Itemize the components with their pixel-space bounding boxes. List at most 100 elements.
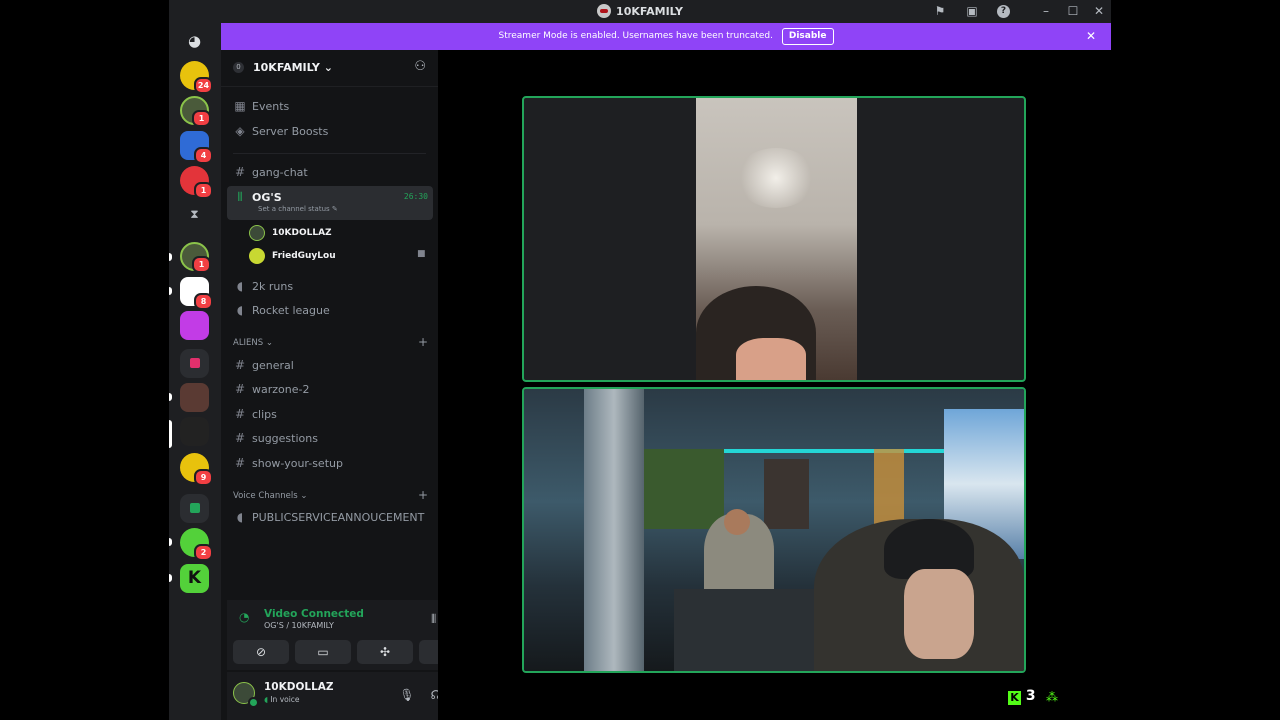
server-icon[interactable]: 2 (180, 528, 213, 561)
activities-button[interactable]: ✣ (357, 640, 413, 664)
server-icon[interactable]: 1 (180, 166, 213, 199)
channel-status[interactable]: Set a channel status ✎ (258, 204, 338, 214)
chevron-down-icon: ⌄ (265, 338, 274, 348)
server-icon[interactable] (180, 417, 209, 446)
member-name: FriedGuyLou (272, 251, 336, 261)
video-tile[interactable] (522, 96, 1026, 382)
category-label: ALIENS (233, 338, 264, 348)
text-channel-icon: # (234, 407, 246, 421)
member-name: 10KDOLLAZ (272, 228, 332, 238)
unread-badge: 24 (194, 77, 213, 94)
video-tile[interactable] (522, 387, 1026, 673)
unread-badge: 8 (194, 293, 213, 310)
events-item[interactable]: ▦ Events (227, 95, 433, 117)
user-status: ◖ In voice (264, 695, 300, 704)
close-banner-icon[interactable]: ✕ (1086, 23, 1096, 50)
chevron-down-icon: ⌄ (323, 61, 333, 74)
server-icon[interactable]: 1 (180, 242, 211, 273)
server-folder[interactable] (180, 494, 209, 523)
username[interactable]: 10KDOLLAZ (264, 681, 334, 693)
add-channel-icon[interactable]: + (418, 488, 428, 502)
channel-clips[interactable]: # clips (227, 403, 433, 425)
disable-button[interactable]: Disable (781, 28, 834, 45)
channel-status-text: Set a channel status (258, 205, 330, 213)
channel-warzone-2[interactable]: # warzone-2 (227, 378, 433, 400)
avatar (249, 224, 265, 241)
chevron-down-icon: ⌄ (300, 491, 308, 501)
channel-name: warzone-2 (252, 383, 310, 396)
discord-home-icon[interactable]: ◕ (180, 27, 209, 56)
help-icon[interactable]: ? (997, 5, 1010, 18)
maximize-icon[interactable]: ☐ (1065, 3, 1081, 19)
voice-status[interactable]: Video Connected (264, 608, 364, 620)
invite-people-icon[interactable]: ⚇ (414, 59, 426, 74)
category-voice-channels[interactable]: Voice Channels ⌄ (233, 491, 307, 501)
activities-icon: ✣ (379, 645, 391, 659)
server-icon[interactable] (180, 383, 209, 412)
voice-member[interactable]: FriedGuyLou (249, 245, 336, 267)
channel-2k-runs[interactable]: ◖ 2k runs (227, 275, 433, 297)
guild-name-text: 10KFAMILY (253, 61, 320, 74)
server-icon[interactable]: 4 (180, 131, 213, 164)
unread-badge: 9 (194, 469, 213, 486)
noise-suppression-icon[interactable]: ⦀ (431, 612, 436, 627)
discord-window: 10KFAMILY ⚑ ▣ ? – ☐ ✕ ◕ 24 1 4 1 ⧗ 1 8 9… (169, 0, 1111, 720)
server-icon[interactable]: 24 (180, 61, 213, 94)
server-boosts-item[interactable]: ◈ Server Boosts (227, 120, 433, 142)
banner-text: Streamer Mode is enabled. Usernames have… (498, 31, 774, 41)
server-icon[interactable] (180, 311, 209, 340)
add-channel-icon[interactable]: + (418, 335, 428, 349)
online-status-icon (248, 697, 259, 708)
close-window-icon[interactable]: ✕ (1091, 3, 1107, 19)
boost-icon: ◈ (235, 124, 245, 138)
unread-pill (169, 287, 172, 295)
unread-pill (169, 393, 172, 401)
server-boosts-label: Server Boosts (252, 125, 329, 138)
hourglass-icon[interactable]: ⧗ (180, 200, 209, 229)
text-channel-icon: # (234, 431, 246, 445)
server-icon[interactable]: 8 (180, 277, 213, 310)
microphone-icon[interactable]: 🎙︎ (397, 685, 417, 705)
calendar-icon: ▦ (234, 99, 246, 113)
video-feed (696, 98, 857, 380)
channel-rocket-league[interactable]: ◖ Rocket league (227, 299, 433, 321)
channel-name: OG'S (252, 191, 282, 204)
channel-sidebar: 0 10KFAMILY ⌄ ⚇ ▦ Events ◈ Server Boosts #… (221, 50, 485, 720)
flag-icon[interactable]: ⚑ (932, 3, 948, 19)
channel-general[interactable]: # general (227, 354, 433, 376)
channel-show-your-setup[interactable]: # show-your-setup (227, 452, 433, 474)
voice-timer: 26:30 (403, 192, 428, 201)
server-folder[interactable] (180, 349, 209, 378)
unread-badge: 1 (192, 110, 211, 127)
voice-location[interactable]: OG'S / 10KFAMILY (264, 621, 334, 630)
category-label: Voice Channels (233, 491, 298, 501)
minimize-icon[interactable]: – (1038, 3, 1054, 19)
channel-ogs[interactable]: ⦀ OG'S Set a channel status ✎ 26:30 (227, 186, 433, 220)
channel-name: PUBLICSERVICEANNOUCEMENT (252, 511, 425, 524)
speaker-icon: ◖ (236, 279, 244, 293)
inbox-icon[interactable]: ▣ (964, 3, 980, 19)
signal-icon[interactable]: ◔ (239, 610, 249, 624)
camera-off-icon: ⊘ (255, 645, 267, 659)
followers-icon: ⁂ (1046, 690, 1058, 704)
channel-psa[interactable]: ◖ PUBLICSERVICEANNOUCEMENT (227, 506, 433, 528)
video-stage (438, 50, 1111, 720)
channel-gang-chat[interactable]: # gang-chat (227, 161, 433, 183)
channel-name: suggestions (252, 432, 318, 445)
screen-share-button[interactable]: ▭ (295, 640, 351, 664)
channel-name: clips (252, 408, 277, 421)
title-bar: 10KFAMILY ⚑ ▣ ? – ☐ ✕ (169, 0, 1111, 23)
voice-member[interactable]: 10KDOLLAZ (249, 222, 332, 244)
viewer-overlay: K 3 (1008, 688, 1036, 708)
selected-pill (169, 420, 172, 448)
events-label: Events (252, 100, 290, 113)
kick-server-icon[interactable]: K (180, 564, 209, 593)
server-icon[interactable]: 1 (180, 96, 211, 127)
server-icon[interactable]: 9 (180, 453, 213, 486)
category-aliens[interactable]: ALIENS ⌄ (233, 338, 273, 348)
unread-badge: 4 (194, 147, 213, 164)
guild-header[interactable]: 0 10KFAMILY ⌄ ⚇ (221, 50, 438, 87)
kick-logo-icon: K (1008, 691, 1021, 705)
channel-suggestions[interactable]: # suggestions (227, 427, 433, 449)
camera-off-button[interactable]: ⊘ (233, 640, 289, 664)
